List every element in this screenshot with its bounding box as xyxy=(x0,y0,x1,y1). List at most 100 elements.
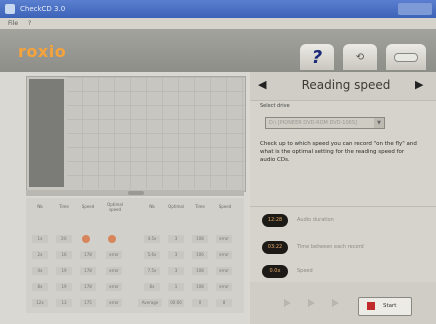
table-row: 2x 16 178 error 5.6x 3 106 error xyxy=(26,248,244,262)
graph-scrollbar[interactable] xyxy=(26,190,244,196)
table-cell: 5.6x xyxy=(144,251,160,259)
next-arrow-icon[interactable]: ▶ xyxy=(415,78,423,91)
graph-grid xyxy=(67,77,245,189)
panel-nav: ◀ Reading speed ▶ xyxy=(250,72,436,101)
description-text: Check up to which speed you can record "… xyxy=(260,141,417,163)
table-cell: 13 xyxy=(56,299,72,307)
table-cell: error xyxy=(106,267,122,275)
table-cell: 3 xyxy=(168,267,184,275)
result-row: 12:28 Audio duration xyxy=(262,214,432,228)
table-cell: 106 xyxy=(192,251,208,259)
minimize-icon xyxy=(394,52,418,62)
table-cell: error xyxy=(216,251,232,259)
start-icon xyxy=(367,302,375,310)
table-cell: 108 xyxy=(192,267,208,275)
table-row: 4x 19 178 error 7.5x 3 108 error xyxy=(26,264,244,278)
result-row: 03:22 Time between each record xyxy=(262,241,432,255)
table-cell: error xyxy=(216,283,232,291)
window-controls[interactable] xyxy=(398,3,432,15)
title-bar: CheckCD 3.0 xyxy=(0,0,436,18)
select-drive-label: Select drive xyxy=(260,103,290,109)
table-header: Optimal xyxy=(168,204,184,209)
panel-title: Reading speed xyxy=(301,78,391,92)
table-cell: 3 xyxy=(168,235,184,243)
roxio-logo: roxio xyxy=(18,42,67,61)
action-bar: Start xyxy=(250,282,436,324)
tools-icon: ⟲ xyxy=(355,51,365,63)
header-bar: roxio ? ⟲ xyxy=(0,29,436,72)
graph-axis-strip xyxy=(29,79,64,187)
table-cell: Average xyxy=(138,299,162,307)
app-window: CheckCD 3.0 File ? roxio ? ⟲ Nb Time Spe… xyxy=(0,0,436,324)
table-cell: error xyxy=(106,299,122,307)
play-icon xyxy=(332,299,339,307)
table-cell: 4x xyxy=(32,267,48,275)
tools-button[interactable]: ⟲ xyxy=(343,44,377,70)
table-cell: 178 xyxy=(80,267,96,275)
table-row: 1x 19: 4.5x 3 108 error xyxy=(26,232,244,246)
chevron-down-icon[interactable]: ▼ xyxy=(374,118,384,128)
menu-help[interactable]: ? xyxy=(28,20,31,27)
window-title: CheckCD 3.0 xyxy=(20,5,66,13)
reading-speed-panel: ◀ Reading speed ▶ Select drive D:\ [PION… xyxy=(250,72,436,324)
status-dot xyxy=(108,235,116,243)
table-header: Nb xyxy=(37,204,43,209)
menu-file[interactable]: File xyxy=(8,20,18,27)
table-header: Speed xyxy=(81,204,95,209)
table-cell: error xyxy=(216,235,232,243)
table-header: Nb xyxy=(149,204,155,209)
start-label: Start xyxy=(383,303,397,309)
table-cell: 1 xyxy=(168,283,184,291)
result-label: Time between each record xyxy=(297,244,364,250)
table-cell: 16 xyxy=(56,251,72,259)
drive-select-value: D:\ [PIONEER DVD-ROM DVD-106S] xyxy=(269,120,357,126)
table-cell: 0 xyxy=(192,299,208,307)
table-cell: 8x xyxy=(144,283,160,291)
table-cell: 2x xyxy=(32,251,48,259)
table-cell: error xyxy=(106,251,122,259)
table-cell: 178 xyxy=(80,283,96,291)
table-cell: 00:00 xyxy=(168,299,184,307)
result-value: 0.0x xyxy=(262,265,288,278)
table-cell: 7.5x xyxy=(144,267,160,275)
table-cell: error xyxy=(106,283,122,291)
table-cell: 19 xyxy=(56,283,72,291)
prev-arrow-icon[interactable]: ◀ xyxy=(258,78,266,91)
app-icon xyxy=(5,4,15,14)
menu-bar: File ? xyxy=(0,18,436,29)
speed-graph xyxy=(26,76,246,192)
divider xyxy=(250,206,436,207)
drive-select[interactable]: D:\ [PIONEER DVD-ROM DVD-106S] ▼ xyxy=(265,117,385,129)
table-cell: 108 xyxy=(192,283,208,291)
table-cell: 8x xyxy=(32,283,48,291)
table-cell: 19: xyxy=(56,235,72,243)
table-cell: 4.5x xyxy=(144,235,160,243)
table-cell: 19 xyxy=(56,267,72,275)
status-dot xyxy=(82,235,90,243)
help-button[interactable]: ? xyxy=(300,44,334,70)
table-cell: 12x xyxy=(32,299,48,307)
result-row: 0.0x Speed xyxy=(262,265,432,279)
minimize-button[interactable] xyxy=(386,44,426,70)
table-cell: error xyxy=(216,267,232,275)
results-table: Nb Time Speed Optimal speed Nb Optimal T… xyxy=(26,198,244,313)
result-value: 03:22 xyxy=(262,241,288,254)
play-icon xyxy=(284,299,291,307)
table-cell: 178 xyxy=(80,251,96,259)
table-cell: 8 xyxy=(216,299,232,307)
table-row: 12x 13 175 error Average 00:00 0 8 xyxy=(26,296,244,310)
table-header: Time xyxy=(59,204,69,209)
table-header: Speed xyxy=(218,204,232,209)
table-cell: 3 xyxy=(168,251,184,259)
start-button[interactable]: Start xyxy=(358,297,412,316)
result-label: Speed xyxy=(297,268,313,274)
table-row: 8x 19 178 error 8x 1 108 error xyxy=(26,280,244,294)
table-cell: 1x xyxy=(32,235,48,243)
table-cell: 108 xyxy=(192,235,208,243)
table-cell: 175 xyxy=(80,299,96,307)
table-header: Optimal speed xyxy=(107,202,123,212)
result-value: 12:28 xyxy=(262,214,288,227)
result-label: Audio duration xyxy=(297,217,334,223)
scroll-thumb[interactable] xyxy=(128,191,144,195)
play-icon xyxy=(308,299,315,307)
